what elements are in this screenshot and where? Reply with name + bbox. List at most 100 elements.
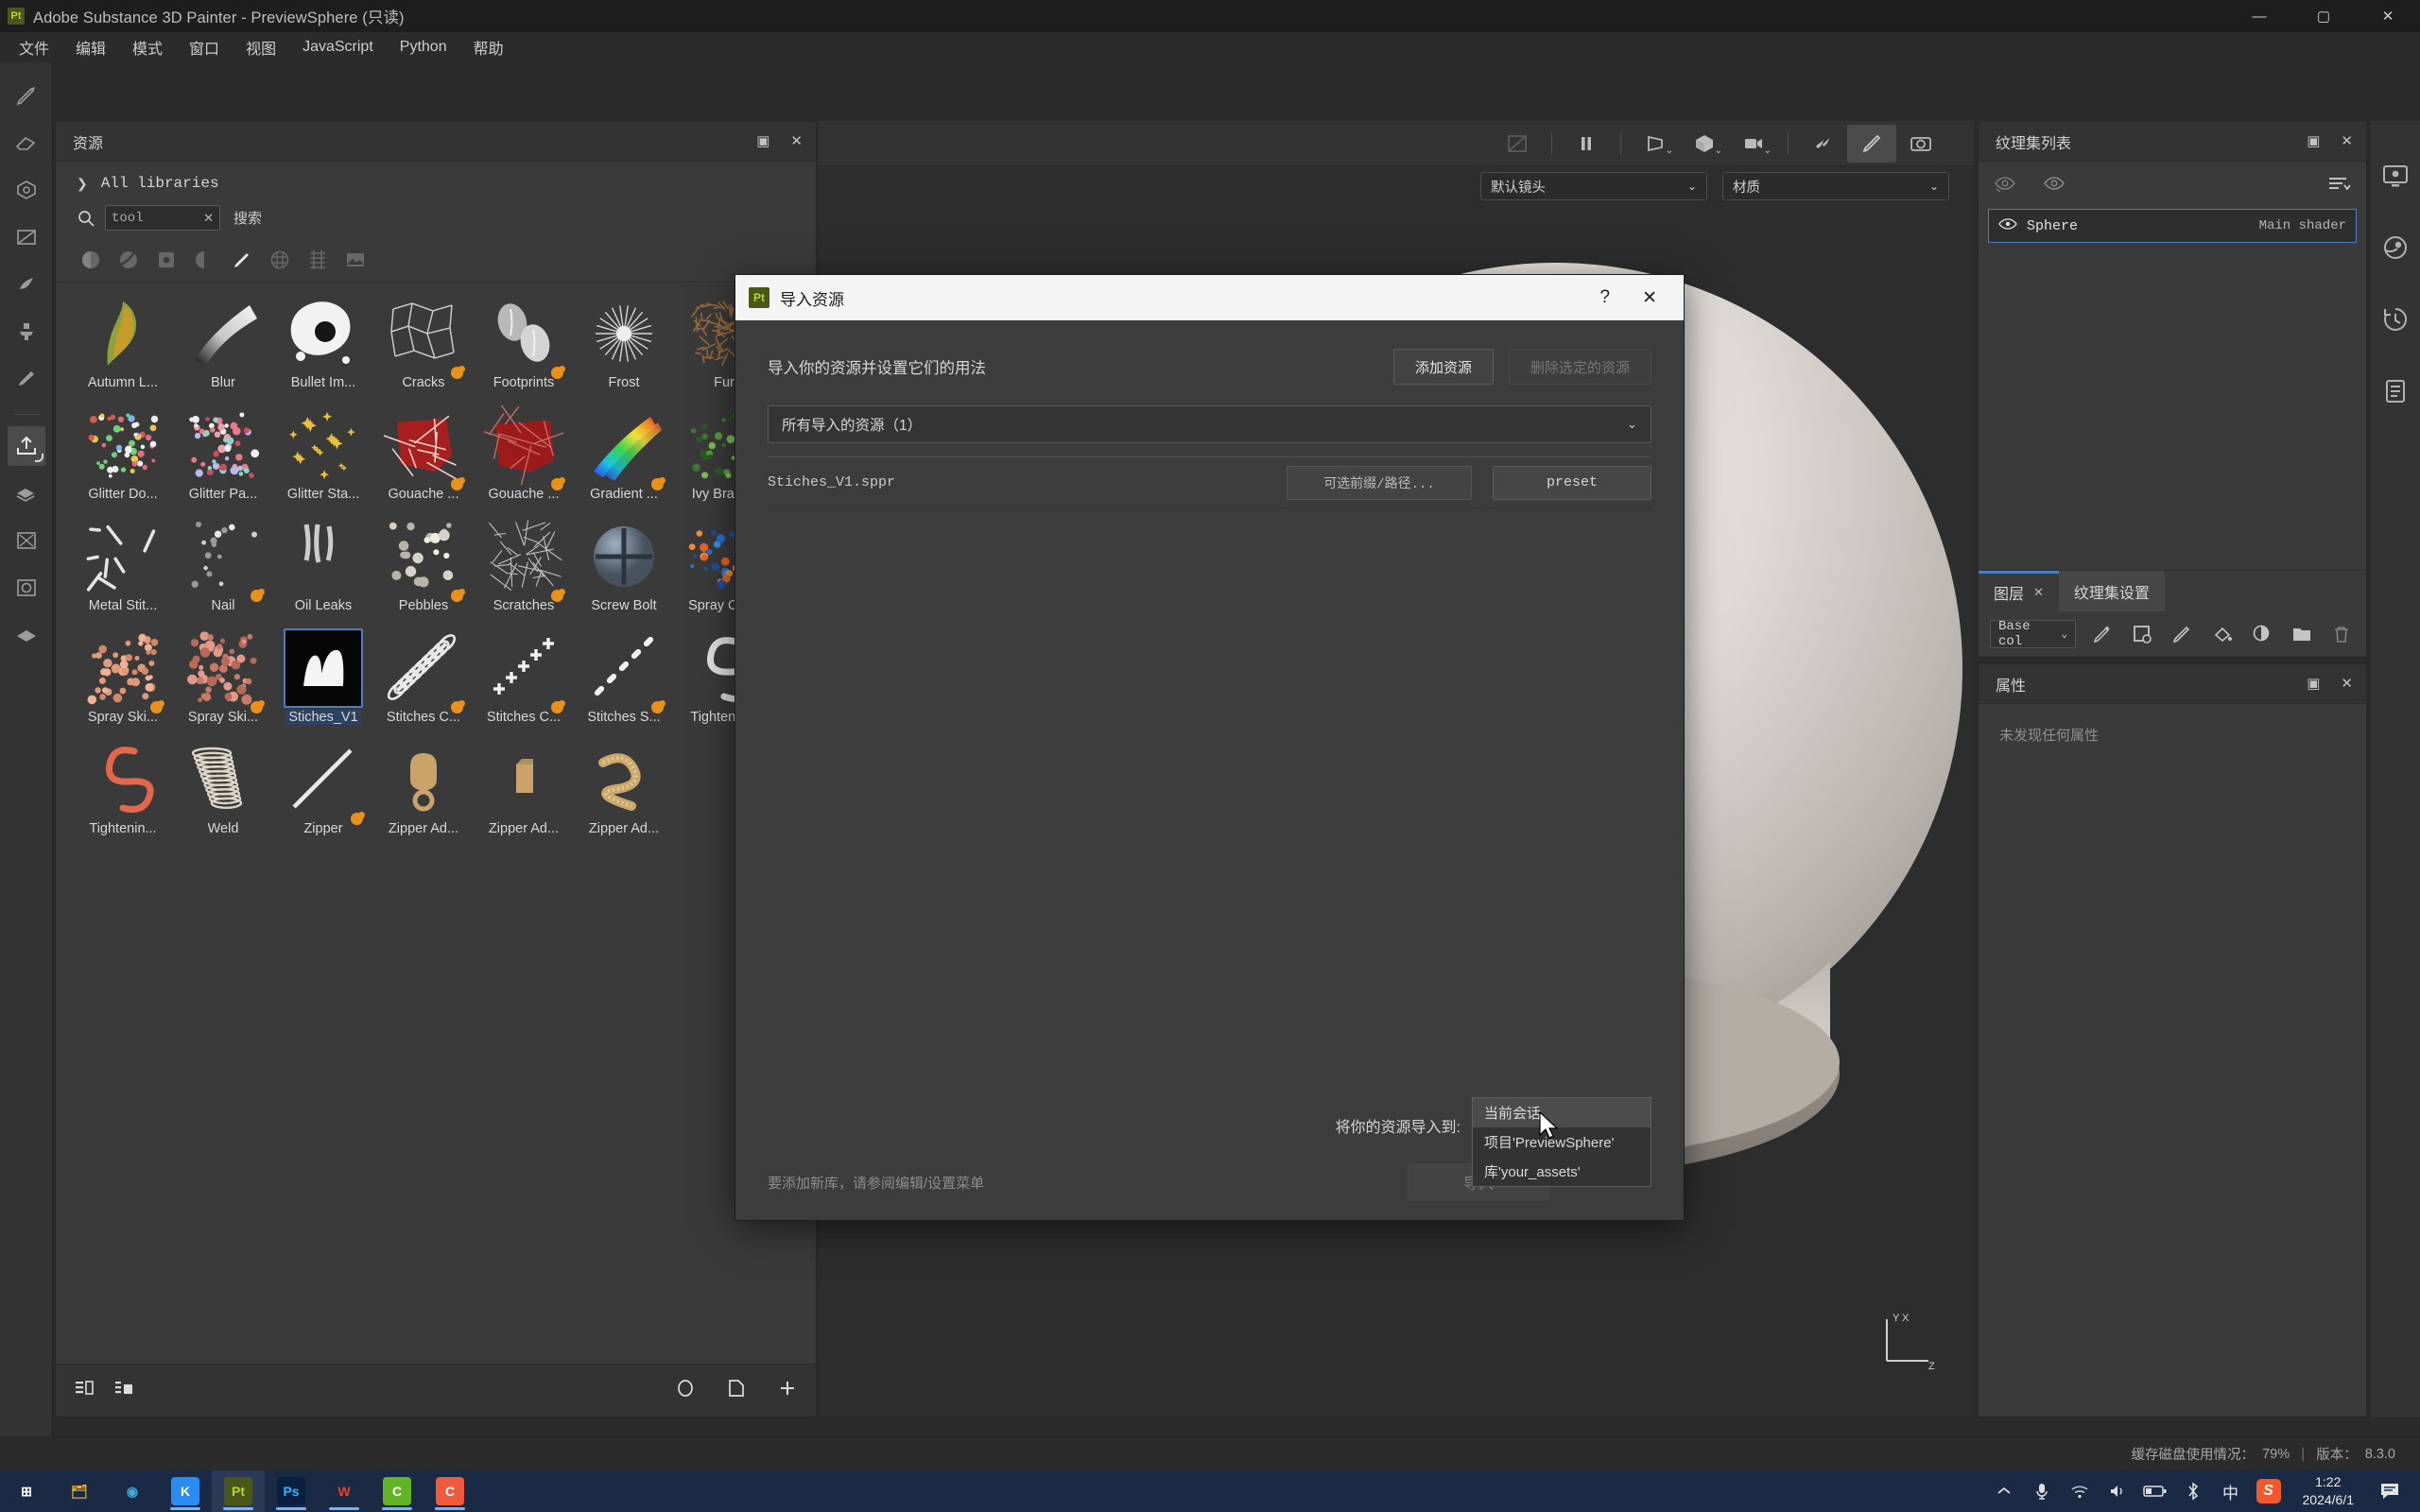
asset-cell[interactable]: Spray Ski... [73,627,173,738]
menu-item-1[interactable]: 编辑 [62,32,119,62]
paint-mode-icon[interactable] [1847,124,1896,163]
menu-item-4[interactable]: 视图 [233,32,289,62]
polygon-fill-tool[interactable] [8,217,45,257]
menu-item-7[interactable]: 帮助 [460,32,517,62]
menu-item-3[interactable]: 窗口 [176,32,233,62]
taskbar-file-explorer[interactable]: 🗂 [53,1470,106,1512]
texture-set-row[interactable]: Sphere Main shader [1988,209,2357,243]
wifi-icon[interactable] [2061,1470,2099,1512]
asset-cell[interactable]: Spray Ski... [173,627,273,738]
asset-cell[interactable]: Glitter Do... [73,404,173,515]
add-resources-button[interactable]: 添加资源 [1392,349,1494,385]
alpha-filter-icon[interactable] [190,246,218,274]
clone-stamp-tool[interactable] [8,312,45,352]
eye-icon[interactable] [1998,217,2017,235]
menu-item-2[interactable]: 模式 [119,32,176,62]
taskbar-app-green[interactable]: C [371,1470,424,1512]
display-settings-icon[interactable] [2378,159,2412,193]
material-filter-icon[interactable] [77,246,105,274]
eye-icon[interactable] [2043,174,2067,198]
assets-close-icon[interactable]: ✕ [790,134,803,148]
asset-cell[interactable]: Scratches [474,515,574,627]
dropdown-option-2[interactable]: 库'your_assets' [1473,1157,1651,1186]
refresh-icon[interactable] [674,1377,697,1404]
sort-list-icon[interactable] [2326,174,2351,198]
taskbar-start-button[interactable]: ⊞ [0,1470,53,1512]
menu-item-5[interactable]: JavaScript [289,35,387,60]
snipaste-icon[interactable]: S [2250,1470,2288,1512]
asset-cell[interactable]: Stiches_V1 [273,627,373,738]
asset-cell[interactable]: Frost [574,292,674,404]
asset-cell[interactable]: Zipper Ad... [373,738,474,850]
material-select[interactable]: 材质 ⌄ [1722,172,1949,200]
asset-cell[interactable]: Stitches C... [474,627,574,738]
asset-cell[interactable]: Bullet Im... [273,292,373,404]
texture-set-close-icon[interactable]: ✕ [2341,134,2353,148]
taskbar-substance-painter[interactable]: Pt [212,1470,265,1512]
asset-cell[interactable]: Pebbles [373,515,474,627]
paint-brush-tool[interactable] [8,76,45,115]
dialog-help-icon[interactable]: ? [1600,287,1611,309]
uv-overlay-icon[interactable] [1493,125,1542,163]
export-tool[interactable] [7,426,45,466]
brush-filter-icon[interactable] [228,246,256,274]
maximize-button[interactable]: ▢ [2291,0,2356,32]
asset-cell[interactable]: Zipper Ad... [474,738,574,850]
asset-cell[interactable]: Oil Leaks [273,515,373,627]
geometry-tool[interactable] [8,615,45,655]
asset-prefix-input[interactable]: 可选前缀/路径... [1287,465,1472,500]
material-picker-tool[interactable] [8,359,45,399]
delete-icon[interactable] [2328,620,2355,648]
particle-icon[interactable] [1798,125,1847,163]
asset-cell[interactable]: Autumn L... [73,292,173,404]
bake-tool[interactable] [8,473,45,513]
detail-view-icon[interactable] [112,1377,135,1404]
asset-cell[interactable]: Glitter Sta... [273,404,373,515]
camera-select[interactable]: 默认镜头 ⌄ [1480,172,1707,200]
properties-close-icon[interactable]: ✕ [2341,677,2353,691]
taskbar-edge-browser[interactable]: ◉ [106,1470,159,1512]
asset-cell[interactable]: Gouache ... [373,404,474,515]
render-tool[interactable] [8,568,45,608]
perspective-camera-icon[interactable]: ⌄ [1631,125,1680,163]
tab-texture-set-settings[interactable]: 纹理集设置 [2058,571,2165,611]
mic-icon[interactable] [2023,1470,2061,1512]
asset-cell[interactable]: Metal Stit... [73,515,173,627]
imported-asset-row[interactable]: Stiches_V1.sppr 可选前缀/路径... preset [768,457,1651,508]
asset-usage-select[interactable]: preset [1493,465,1651,500]
asset-cell[interactable]: Stitches C... [373,627,474,738]
projection-tool[interactable] [8,170,45,210]
battery-icon[interactable] [2136,1470,2174,1512]
assets-maximize-icon[interactable]: ▣ [756,134,769,148]
search-input[interactable]: tool ✕ [105,205,220,231]
asset-cell[interactable]: Gradient ... [574,404,674,515]
show-hidden-icons[interactable] [1985,1470,2023,1512]
volume-icon[interactable] [2099,1470,2136,1512]
shading-mode-icon[interactable]: ⌄ [1680,125,1729,163]
screenshot-icon[interactable] [1896,125,1945,163]
imported-scope-select[interactable]: 所有导入的资源（1） ⌄ [768,405,1651,443]
asset-cell[interactable]: Zipper Ad... [574,738,674,850]
add-icon[interactable] [776,1377,799,1404]
smart-material-filter-icon[interactable] [114,246,143,274]
asset-cell[interactable]: Footprints [474,292,574,404]
folder-icon[interactable] [2289,620,2315,648]
paint-layer-icon[interactable] [2169,620,2195,648]
taskbar-kugou-app[interactable]: K [159,1470,212,1512]
pause-engine-icon[interactable] [1562,125,1611,163]
asset-cell[interactable]: Tightenin... [73,738,173,850]
channel-select[interactable]: Base col ⌄ [1990,619,2077,649]
library-breadcrumb[interactable]: ❯ All libraries [56,162,816,199]
eraser-tool[interactable] [8,123,45,163]
taskbar-wps-office[interactable]: W [318,1470,371,1512]
bluetooth-icon[interactable] [2174,1470,2212,1512]
tab-close-icon[interactable]: ✕ [2033,585,2044,600]
symmetry-tool[interactable] [8,521,45,560]
asset-cell[interactable]: Nail [173,515,273,627]
minimize-button[interactable]: — [2227,0,2291,32]
log-icon[interactable] [2378,374,2412,408]
menu-item-0[interactable]: 文件 [6,32,62,62]
asset-cell[interactable]: Gouache ... [474,404,574,515]
asset-cell[interactable]: Glitter Pa... [173,404,273,515]
smart-material-icon[interactable] [2089,620,2116,648]
